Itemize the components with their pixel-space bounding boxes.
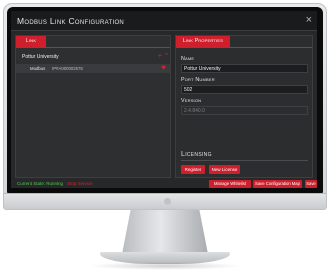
apple-logo-icon bbox=[164, 198, 171, 205]
stop-service-link[interactable]: Stop Service bbox=[67, 181, 93, 186]
save-button[interactable]: Save bbox=[305, 180, 317, 188]
register-button[interactable]: Register bbox=[181, 165, 205, 174]
name-field[interactable]: Pottur University bbox=[181, 64, 308, 73]
tree-child-label: Modbus bbox=[30, 66, 46, 71]
new-license-button[interactable]: New License bbox=[209, 165, 240, 174]
version-label: Version bbox=[181, 98, 202, 104]
tab-underline bbox=[176, 47, 312, 48]
port-label: Port Number bbox=[181, 77, 215, 83]
footer-bar: Current State: Running Stop Service Mana… bbox=[11, 180, 317, 188]
collapse-icon[interactable]: ^ bbox=[165, 52, 168, 61]
name-label: Name bbox=[181, 56, 195, 62]
monitor-stand bbox=[122, 210, 208, 254]
tab-link[interactable]: Link bbox=[16, 36, 46, 47]
licensing-divider bbox=[181, 160, 308, 161]
tab-underline bbox=[16, 47, 170, 48]
link-properties-panel: Link Properties Name Pottur University P… bbox=[175, 35, 313, 178]
tree-child-address: IP#A000002578 bbox=[52, 66, 83, 71]
link-panel: Link Pottur University + ^ Modbus IP#A00… bbox=[15, 35, 171, 178]
window-title: Modbus Link Configuration bbox=[17, 16, 125, 26]
status-text: Current State: Running bbox=[17, 181, 64, 186]
heartbeat-icon: ♥ bbox=[161, 63, 166, 72]
save-configuration-map-button[interactable]: Save Configuration Map bbox=[253, 180, 302, 188]
close-icon[interactable]: × bbox=[306, 14, 312, 26]
stand-shadow bbox=[88, 262, 242, 270]
tree-root-label: Pottur University bbox=[22, 54, 59, 60]
manage-whitelist-button[interactable]: Manage Whitelist bbox=[209, 180, 251, 188]
add-icon[interactable]: + bbox=[158, 52, 162, 61]
window-titlebar: Modbus Link Configuration × bbox=[11, 11, 317, 31]
tab-link-properties[interactable]: Link Properties bbox=[176, 36, 230, 47]
licensing-heading: Licensing bbox=[181, 151, 212, 158]
app-window: Modbus Link Configuration × Link Pottur … bbox=[11, 11, 317, 188]
port-field[interactable]: 502 bbox=[181, 85, 308, 94]
tree-item-modbus[interactable]: Modbus IP#A000002578 ♥ bbox=[16, 63, 170, 73]
version-field: 2.4.840.0 bbox=[181, 106, 308, 115]
tree-item-root[interactable]: Pottur University + ^ bbox=[16, 53, 170, 62]
monitor-chin bbox=[4, 193, 326, 209]
